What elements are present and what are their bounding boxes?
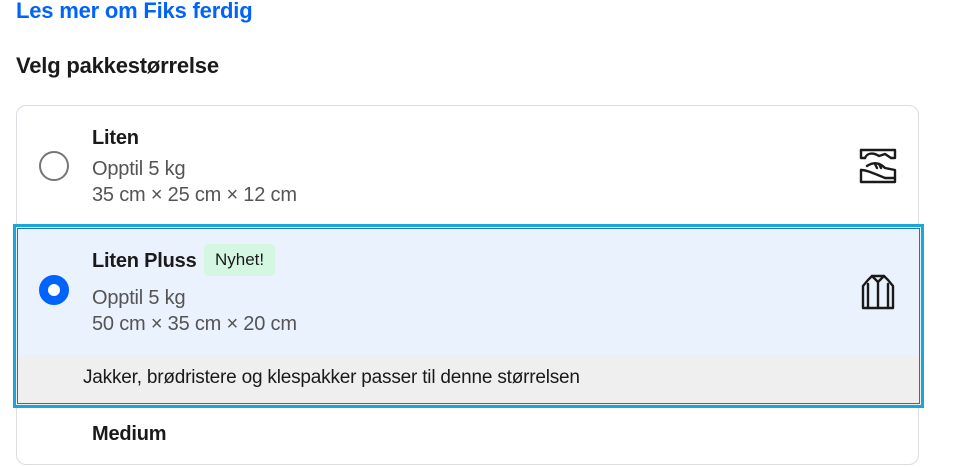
jacket-icon: [861, 274, 895, 310]
option-note-bar: Jakker, brødristere og klespakker passer…: [16, 355, 921, 405]
package-size-options: Liten Opptil 5 kg 35 cm × 25 cm × 12 cm …: [13, 105, 924, 467]
option-title: Medium: [92, 423, 167, 445]
option-liten-pluss[interactable]: Jakker, brødristere og klespakker passer…: [13, 106, 924, 408]
option-title: Liten Pluss: [92, 250, 197, 272]
option-weight: Opptil 5 kg: [92, 287, 186, 309]
read-more-link[interactable]: Les mer om Fiks ferdig: [16, 0, 253, 24]
option-medium[interactable]: Medium: [17, 407, 918, 467]
option-dimensions: 50 cm × 35 cm × 20 cm: [92, 313, 297, 335]
radio-liten-pluss[interactable]: [39, 275, 69, 305]
new-badge: Nyhet!: [204, 244, 276, 276]
option-note: Jakker, brødristere og klespakker passer…: [83, 367, 580, 388]
package-size-heading: Velg pakkestørrelse: [16, 53, 219, 78]
